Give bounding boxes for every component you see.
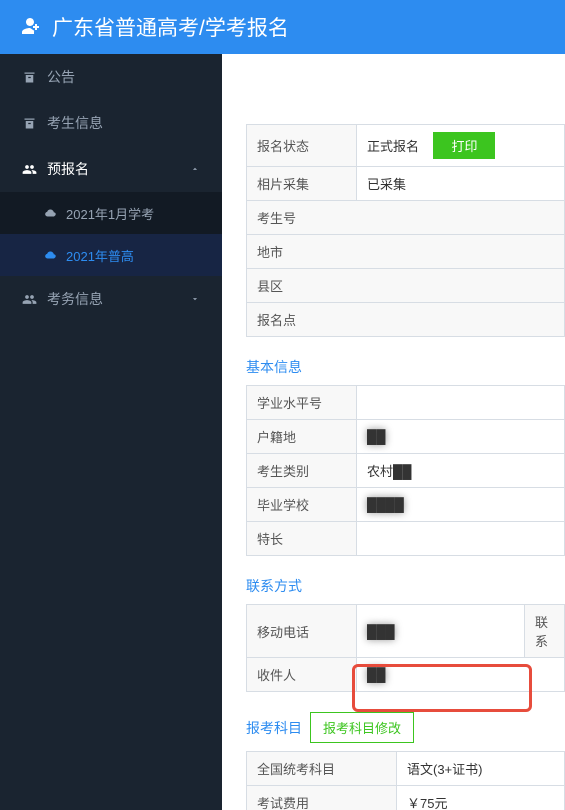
table-row: 全国统考科目语文(3+证书) (247, 752, 565, 786)
users-icon (22, 162, 37, 177)
district-label: 县区 (247, 269, 565, 303)
page-title: 广东省普通高考/学考报名 (52, 12, 289, 42)
sidebar-item-label: 考务信息 (47, 289, 103, 309)
sidebar-item-label: 预报名 (47, 159, 89, 179)
contact-title: 联系方式 (246, 576, 565, 596)
user-add-icon (18, 14, 42, 41)
table-row: 地市 (247, 235, 565, 269)
modify-subjects-button[interactable]: 报考科目修改 (310, 712, 414, 743)
candidate-id-label: 考生号 (247, 201, 565, 235)
table-row: 报名点 (247, 303, 565, 337)
status-value: 正式报名 打印 (357, 125, 565, 167)
cloud-icon (44, 206, 58, 220)
table-row: 特长 (247, 522, 565, 556)
chevron-up-icon (190, 161, 200, 177)
registration-status-table: 报名状态 正式报名 打印 相片采集 已采集 考生号 地市 县区 报名点 (246, 124, 565, 337)
subjects-table: 全国统考科目语文(3+证书) 考试费用￥75元 (246, 751, 565, 810)
photo-value: 已采集 (357, 167, 565, 201)
users-icon (22, 292, 37, 307)
sidebar-item-label: 考生信息 (47, 113, 103, 133)
archive-icon (22, 116, 37, 131)
sidebar-item-exam-affairs[interactable]: 考务信息 (0, 276, 222, 322)
reg-point-label: 报名点 (247, 303, 565, 337)
sidebar-subitem-2021-gaokao[interactable]: 2021年普高 (0, 234, 222, 276)
table-row: 收件人 ██ (247, 658, 565, 692)
basic-info-table: 学业水平号 户籍地██ 考生类别农村██ 毕业学校████ 特长 (246, 385, 565, 556)
contact-table: 移动电话 ███ 联系 收件人 ██ (246, 604, 565, 692)
print-button[interactable]: 打印 (433, 132, 495, 159)
table-row: 相片采集 已采集 (247, 167, 565, 201)
archive-icon (22, 70, 37, 85)
table-row: 毕业学校████ (247, 488, 565, 522)
basic-info-title: 基本信息 (246, 357, 565, 377)
sidebar-subitem-2021-jan-exam[interactable]: 2021年1月学考 (0, 192, 222, 234)
sidebar: 公告 考生信息 预报名 2021年1月学考 2021年普高 (0, 54, 222, 810)
sidebar-item-candidate-info[interactable]: 考生信息 (0, 100, 222, 146)
table-row: 考生类别农村██ (247, 454, 565, 488)
sidebar-subitem-label: 2021年普高 (66, 246, 134, 265)
sidebar-item-pre-registration[interactable]: 预报名 (0, 146, 222, 192)
subjects-title: 报考科目 报考科目修改 (246, 712, 565, 743)
app-header: 广东省普通高考/学考报名 (0, 0, 565, 54)
photo-label: 相片采集 (247, 167, 357, 201)
city-label: 地市 (247, 235, 565, 269)
sidebar-item-label: 公告 (47, 67, 75, 87)
pre-registration-submenu: 2021年1月学考 2021年普高 (0, 192, 222, 276)
table-row: 学业水平号 (247, 386, 565, 420)
main-content: 报名状态 正式报名 打印 相片采集 已采集 考生号 地市 县区 报名点 (222, 54, 565, 810)
table-row: 考生号 (247, 201, 565, 235)
status-label: 报名状态 (247, 125, 357, 167)
table-row: 考试费用￥75元 (247, 786, 565, 810)
table-row: 报名状态 正式报名 打印 (247, 125, 565, 167)
sidebar-item-announcements[interactable]: 公告 (0, 54, 222, 100)
table-row: 县区 (247, 269, 565, 303)
table-row: 移动电话 ███ 联系 (247, 605, 565, 658)
chevron-down-icon (190, 291, 200, 307)
table-row: 户籍地██ (247, 420, 565, 454)
cloud-icon (44, 248, 58, 262)
sidebar-subitem-label: 2021年1月学考 (66, 204, 154, 223)
